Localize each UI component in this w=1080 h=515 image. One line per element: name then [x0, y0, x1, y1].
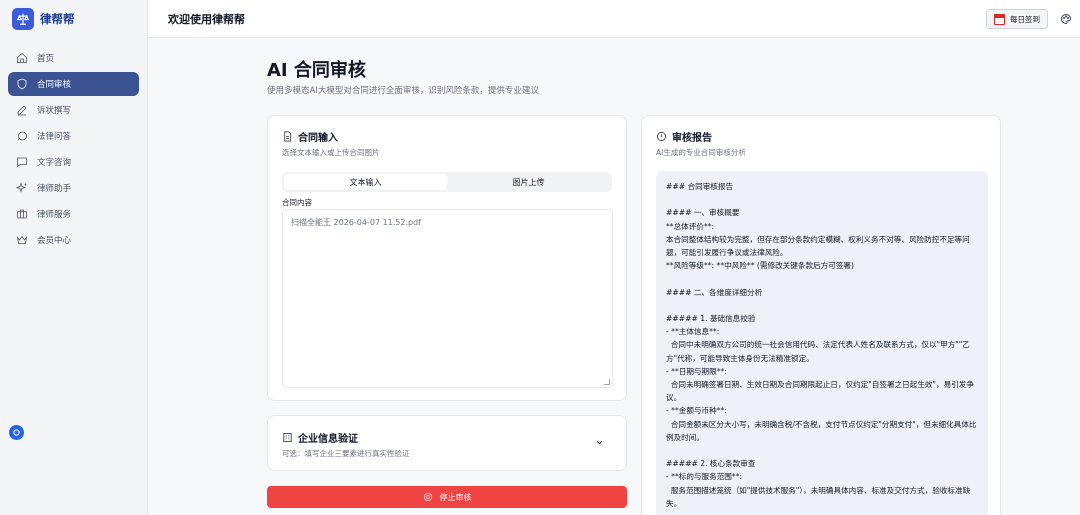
resize-handle[interactable] — [604, 379, 610, 385]
welcome-title: 欢迎使用律帮帮 — [168, 12, 245, 26]
sidebar-item-label: 文字咨询 — [37, 158, 72, 168]
shield-icon — [17, 78, 27, 90]
report-line — [666, 444, 978, 457]
sidebar-item-lawyer-assistant[interactable]: 律师助手 — [8, 176, 139, 200]
sidebar-item-label: 法律问答 — [37, 132, 72, 142]
report-line — [666, 299, 978, 312]
scales-logo-icon — [12, 8, 34, 30]
review-report-title: 审核报告 — [672, 133, 712, 144]
contract-input-card: 合同输入 选择文本输入或上传合同图片 文本输入 图片上传 合同内容 扫描全能王 … — [267, 115, 627, 401]
sidebar-item-label: 会员中心 — [37, 236, 72, 246]
page-subtitle: 使用多模态AI大模型对合同进行全面审核，识别风险条款，提供专业建议 — [267, 86, 539, 96]
help-chat-icon[interactable] — [9, 425, 24, 440]
report-line: ##### 2. 核心条款审查 — [666, 459, 756, 469]
contract-input-title: 合同输入 — [298, 133, 338, 144]
chevron-down-icon[interactable] — [595, 438, 604, 447]
briefcase-icon — [17, 209, 27, 219]
sidebar-nav: 首页 合同审核 诉状撰写 法律问答 文字咨询 律师助手 律师服务 会员中心 — [0, 46, 147, 252]
report-line: - **主体信息**: — [666, 327, 720, 337]
edit-icon — [17, 105, 27, 116]
review-report-desc: AI生成的专业合同审核分析 — [656, 148, 746, 157]
report-line: 合同金额未区分大小写，未明确含税/不含税，支付节点仅约定"分期支付"，但未细化具… — [666, 419, 977, 442]
brand-name: 律帮帮 — [40, 12, 75, 26]
report-line: - **标的与服务范围**: — [666, 472, 743, 482]
report-line: #### 二、各维度详细分析 — [666, 287, 763, 297]
sidebar-item-label: 合同审核 — [37, 80, 72, 90]
top-bar: 欢迎使用律帮帮 每日签到 — [148, 0, 1080, 38]
report-line: - **日期与期限**: — [666, 366, 727, 376]
sidebar-item-label: 诉状撰写 — [37, 106, 72, 116]
stop-review-label: 停止审核 — [439, 492, 472, 502]
report-line: - **金额与币种**: — [666, 406, 727, 416]
sidebar: 律帮帮 首页 合同审核 诉状撰写 法律问答 文字咨询 律师助手 律师服务 会员中… — [0, 0, 148, 515]
sidebar-item-member-center[interactable]: 会员中心 — [8, 228, 139, 252]
contract-input-desc: 选择文本输入或上传合同图片 — [282, 148, 380, 157]
report-line: **总体评价**: — [666, 221, 715, 231]
tab-text-input[interactable]: 文本输入 — [284, 174, 447, 190]
tab-image-upload[interactable]: 图片上传 — [447, 174, 610, 190]
message-square-icon — [17, 157, 27, 168]
report-content[interactable]: ### 合同审核报告 #### 一、审核概要 **总体评价**: 本合同整体结构较为完… — [656, 171, 988, 515]
report-line: 服务范围描述笼统（如"提供技术服务"），未明确具体内容、标准及交付方式，验收标准… — [666, 485, 971, 508]
report-line: 本合同整体结构较为完整，但存在部分条款约定模糊、权利义务不对等、风险防控不足等问… — [666, 234, 970, 257]
sidebar-item-contract-review[interactable]: 合同审核 — [8, 72, 139, 96]
contract-content-textarea[interactable]: 扫描全能王 2026-04-07 11.52.pdf — [282, 209, 613, 388]
palette-icon[interactable] — [1060, 13, 1072, 25]
sparkles-icon — [16, 182, 27, 193]
crown-icon — [16, 235, 28, 244]
sidebar-item-complaint-writing[interactable]: 诉状撰写 — [8, 98, 139, 122]
report-line: ### 合同审核报告 — [666, 182, 734, 191]
daily-checkin-button[interactable]: 每日签到 — [986, 9, 1048, 29]
sidebar-item-text-consult[interactable]: 文字咨询 — [8, 150, 139, 174]
enterprise-verify-desc: 可选：填写企业三要素进行真实性验证 — [282, 449, 410, 458]
report-line — [666, 193, 978, 206]
calendar-icon — [994, 13, 1005, 25]
enterprise-verify-card[interactable]: 企业信息验证 可选：填写企业三要素进行真实性验证 — [267, 415, 627, 471]
sidebar-item-label: 首页 — [37, 54, 55, 64]
page-title: AI 合同审核 — [267, 60, 366, 81]
contract-content-label: 合同内容 — [282, 198, 312, 207]
review-report-card: 审核报告 AI生成的专业合同审核分析 ### 合同审核报告 #### 一、审核概要… — [641, 115, 1001, 515]
contract-content-value: 扫描全能王 2026-04-07 11.52.pdf — [291, 218, 421, 227]
report-line — [666, 272, 978, 285]
stop-circle-icon — [423, 492, 432, 502]
document-icon — [284, 131, 292, 142]
stop-review-button[interactable]: 停止审核 — [267, 486, 627, 508]
sidebar-item-home[interactable]: 首页 — [8, 46, 139, 70]
report-line: 合同未明确签署日期、生效日期及合同期限起止日，仅约定"自签署之日起生效"，易引发… — [666, 380, 974, 403]
chat-bubble-icon — [17, 131, 27, 141]
report-line: **风险等级**: **中风险** (需修改关键条款后方可签署) — [666, 261, 854, 271]
alert-circle-icon — [657, 132, 666, 141]
enterprise-verify-title: 企业信息验证 — [298, 434, 358, 445]
brand[interactable]: 律帮帮 — [0, 0, 147, 38]
report-line: #### 一、审核概要 — [666, 208, 740, 218]
report-line: 合同中未明确双方公司的统一社会信用代码、法定代表人姓名及联系方式，仅以"甲方""… — [666, 340, 970, 363]
input-mode-tabs: 文本输入 图片上传 — [282, 172, 612, 192]
home-icon — [17, 52, 27, 63]
checkin-label: 每日签到 — [1010, 14, 1040, 24]
sidebar-item-label: 律师服务 — [37, 210, 72, 220]
sidebar-item-legal-qa[interactable]: 法律问答 — [8, 124, 139, 148]
sidebar-item-label: 律师助手 — [37, 184, 72, 194]
building-icon — [283, 433, 292, 442]
report-line: ##### 1. 基础信息校验 — [666, 313, 756, 323]
sidebar-item-lawyer-service[interactable]: 律师服务 — [8, 202, 139, 226]
